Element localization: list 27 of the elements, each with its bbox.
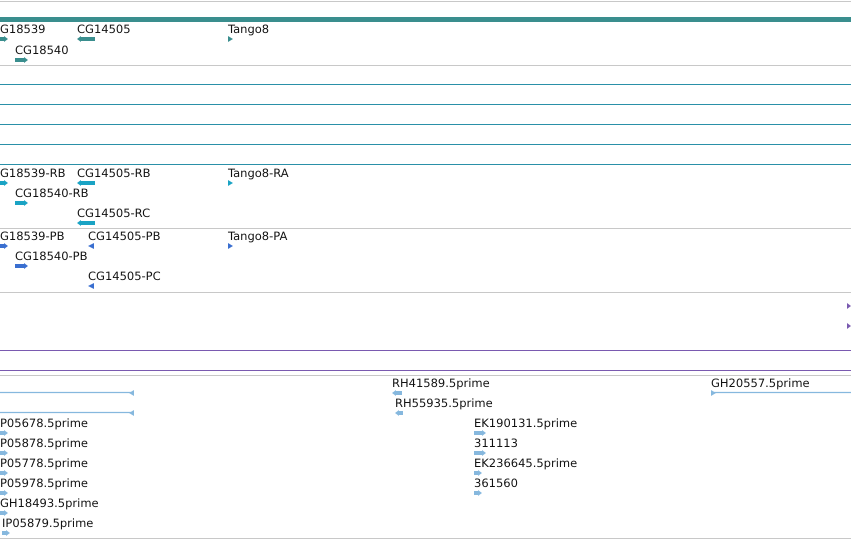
feature-label: CG14505-PC [88, 269, 161, 283]
feature-label: IP05879.5prime [2, 516, 94, 530]
feature-label: P05678.5prime [0, 416, 88, 430]
feature-label: CG14505-PB [88, 229, 160, 243]
feature-label: G18539 [0, 22, 46, 36]
feature-label: RH55935.5prime [395, 396, 493, 410]
feature-label: P05878.5prime [0, 436, 88, 450]
feature-label: EK236645.5prime [474, 456, 578, 470]
feature-label: EK190131.5prime [474, 416, 578, 430]
feature-label: P05978.5prime [0, 476, 88, 490]
feature-label: GH18493.5prime [0, 496, 99, 510]
feature-label: Tango8-PA [228, 229, 288, 243]
feature-label: P05778.5prime [0, 456, 88, 470]
feature-label: Tango8-RA [228, 166, 289, 180]
feature-label: GH20557.5prime [711, 376, 810, 390]
feature-label: CG14505-RC [77, 206, 150, 220]
feature-label: RH41589.5prime [392, 376, 490, 390]
feature-label: 361560 [474, 476, 518, 490]
feature-label: 311113 [474, 436, 518, 450]
feature-label: Tango8 [228, 22, 270, 36]
feature-label: CG18540-RB [15, 186, 89, 200]
feature-label: CG18540-PB [15, 249, 88, 263]
feature-label: CG14505-RB [77, 166, 151, 180]
feature-label: G18539-PB [0, 229, 64, 243]
feature-label: CG14505 [77, 22, 131, 36]
feature-label: CG18540 [15, 43, 69, 57]
feature-label: G18539-RB [0, 166, 66, 180]
